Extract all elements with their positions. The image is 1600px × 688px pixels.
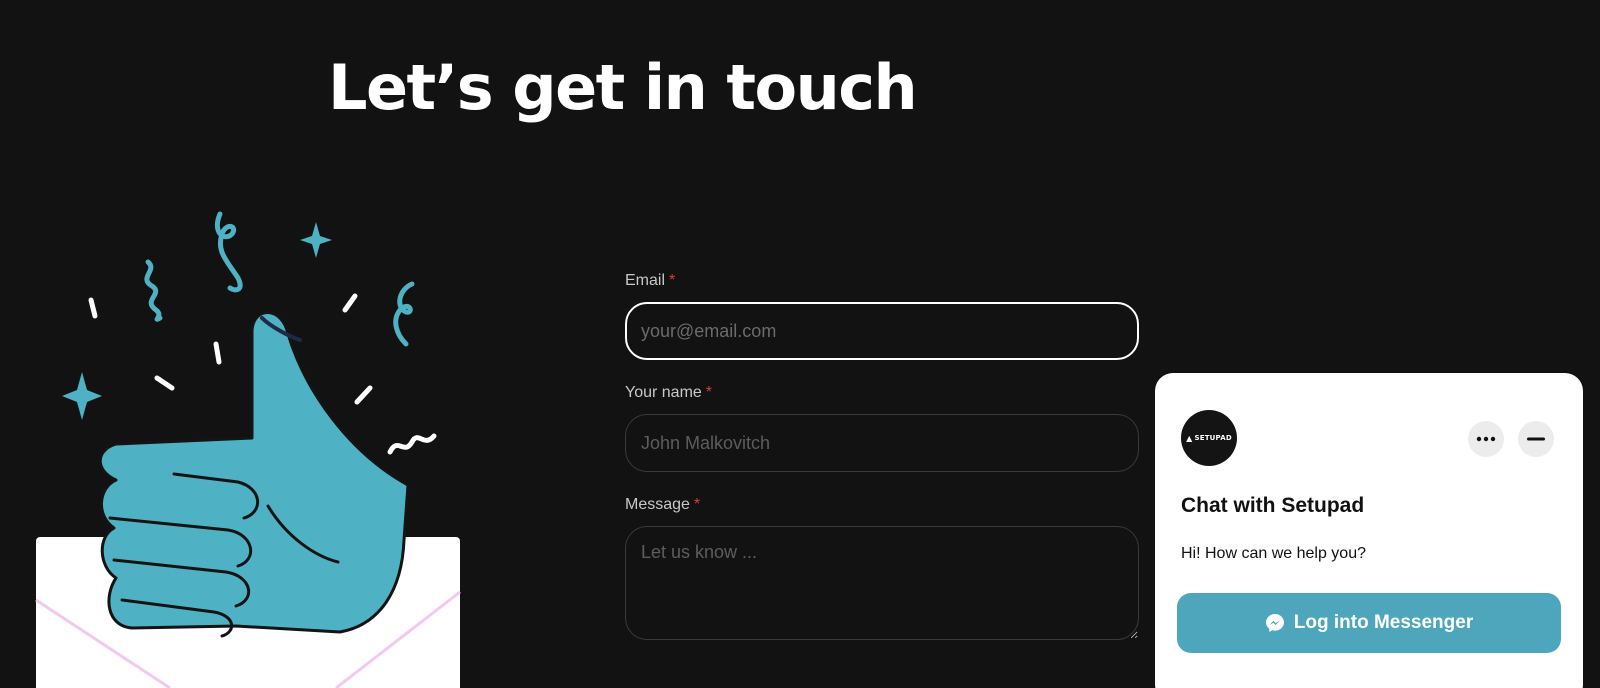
minimize-icon: [1527, 437, 1545, 441]
message-textarea[interactable]: [625, 526, 1139, 640]
messenger-button-label: Log into Messenger: [1293, 612, 1474, 633]
name-label-text: Your name: [625, 384, 702, 401]
required-marker: *: [693, 496, 701, 513]
message-group: Message *: [625, 494, 1139, 645]
chat-greeting: Hi! How can we help you?: [1181, 545, 1366, 562]
minimize-button[interactable]: [1518, 421, 1554, 457]
contact-form: Email* Your name* Message*: [625, 270, 1139, 667]
thumbs-up-hand: [98, 311, 410, 638]
logo-mark-icon: ▲: [1186, 433, 1193, 443]
required-marker: *: [669, 272, 676, 289]
name-group: Your name *: [625, 382, 1139, 472]
setupad-logo: ▲ SETUPAD: [1181, 410, 1237, 466]
more-options-button[interactable]: [1468, 421, 1504, 457]
logo-text: SETUPAD: [1194, 434, 1232, 442]
thumbs-up-illustration: [35, 211, 461, 688]
email-label: Email *: [625, 270, 1139, 292]
name-label: Your name *: [625, 382, 1139, 404]
name-input[interactable]: [625, 414, 1139, 472]
message-label-text: Message: [625, 496, 690, 513]
more-dots-icon: [1476, 436, 1496, 442]
page-title: Let’s get in touch: [328, 51, 918, 124]
message-label: Message *: [625, 494, 1139, 516]
chat-title: Chat with Setupad: [1181, 494, 1365, 517]
email-input[interactable]: [625, 302, 1139, 360]
email-group: Email *: [625, 270, 1139, 360]
chat-widget: ▲ SETUPAD Chat with Setupad Hi! How can w…: [1155, 373, 1583, 688]
email-label-text: Email: [625, 272, 666, 289]
messenger-icon: [1265, 614, 1284, 632]
required-marker: *: [705, 384, 713, 401]
log-into-messenger-button[interactable]: Log into Messenger: [1177, 593, 1561, 653]
contact-page: Let’s get in touch Email * your@email.co…: [0, 0, 1600, 688]
